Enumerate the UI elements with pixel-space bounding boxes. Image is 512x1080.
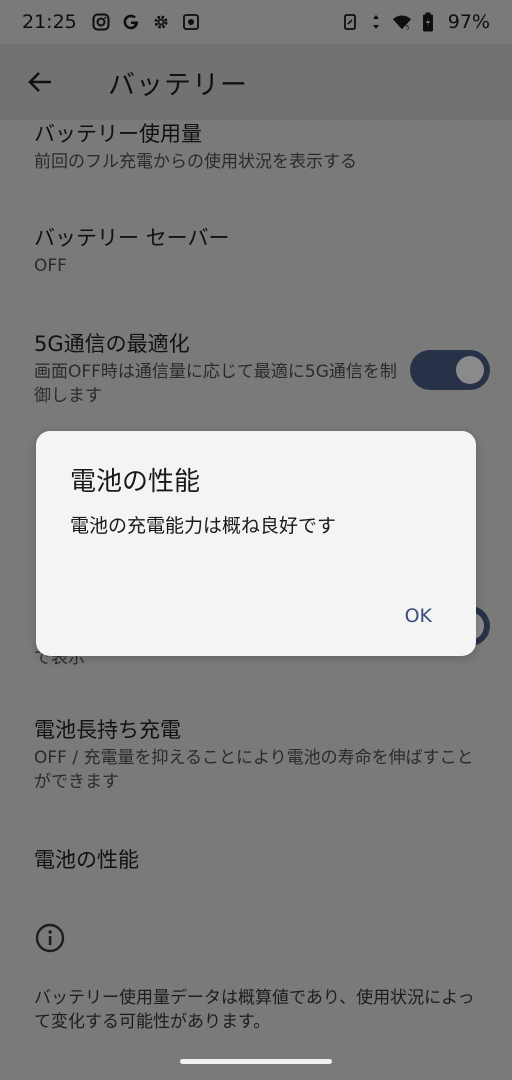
- page-title: バッテリー: [108, 69, 248, 101]
- instagram-icon: [91, 12, 111, 32]
- pref-summary: 前回のフル充電からの使用状況を表示する: [34, 152, 357, 172]
- pref-battery-performance[interactable]: 電池の性能: [34, 846, 489, 874]
- status-notification-icons: [91, 12, 201, 32]
- status-time: 21:25: [22, 11, 77, 33]
- status-bar: 21:25 5 97%: [0, 0, 512, 44]
- vibrate-icon: [340, 12, 360, 32]
- pref-summary: OFF: [34, 256, 67, 276]
- pref-long-life-charge[interactable]: 電池長持ち充電 OFF / 充電量を抑えることにより電池の寿命を伸ばすことができ…: [34, 716, 489, 794]
- dialog-message: 電池の充電能力は概ね良好です: [70, 515, 337, 537]
- battery-percent: 97%: [447, 11, 490, 33]
- app-bar: バッテリー: [0, 44, 512, 120]
- pref-summary: 画面OFF時は通信量に応じて最適に5G通信を制御します: [34, 362, 397, 406]
- toggle-thumb: [456, 356, 484, 384]
- status-system-icons: 5 97%: [340, 11, 490, 33]
- ok-button[interactable]: OK: [397, 601, 440, 631]
- 5g-optimize-toggle[interactable]: [410, 350, 490, 390]
- app-notification-icon: [181, 12, 201, 32]
- pref-5g-optimize[interactable]: 5G通信の最適化 画面OFF時は通信量に応じて最適に5G通信を制御します: [34, 330, 404, 408]
- pref-battery-saver[interactable]: バッテリー セーバー OFF: [34, 224, 489, 278]
- pref-title: 電池の性能: [34, 848, 139, 872]
- pref-title: 電池長持ち充電: [34, 718, 181, 742]
- wifi-5g-icon: 5: [392, 12, 412, 32]
- info-icon: [34, 922, 66, 954]
- pref-title: バッテリー使用量: [34, 122, 202, 146]
- data-arrows-icon: [366, 12, 386, 32]
- battery-performance-dialog: 電池の性能 電池の充電能力は概ね良好です OK: [36, 431, 476, 656]
- google-icon: [121, 12, 141, 32]
- pref-title: 5G通信の最適化: [34, 332, 190, 356]
- pref-battery-usage[interactable]: バッテリー使用量 前回のフル充電からの使用状況を表示する: [34, 120, 489, 174]
- pref-summary: OFF / 充電量を抑えることにより電池の寿命を伸ばすことができます: [34, 748, 474, 792]
- footer-note: バッテリー使用量データは概算値であり、使用状況によって変化する可能性があります。: [34, 988, 475, 1032]
- svg-text:5: 5: [405, 24, 409, 31]
- settings-gear-icon: [151, 12, 171, 32]
- back-arrow-icon[interactable]: [16, 58, 64, 106]
- dialog-title: 電池の性能: [70, 467, 201, 497]
- pref-title: バッテリー セーバー: [34, 226, 230, 250]
- battery-charging-icon: [418, 12, 438, 32]
- gesture-nav-handle[interactable]: [180, 1059, 332, 1064]
